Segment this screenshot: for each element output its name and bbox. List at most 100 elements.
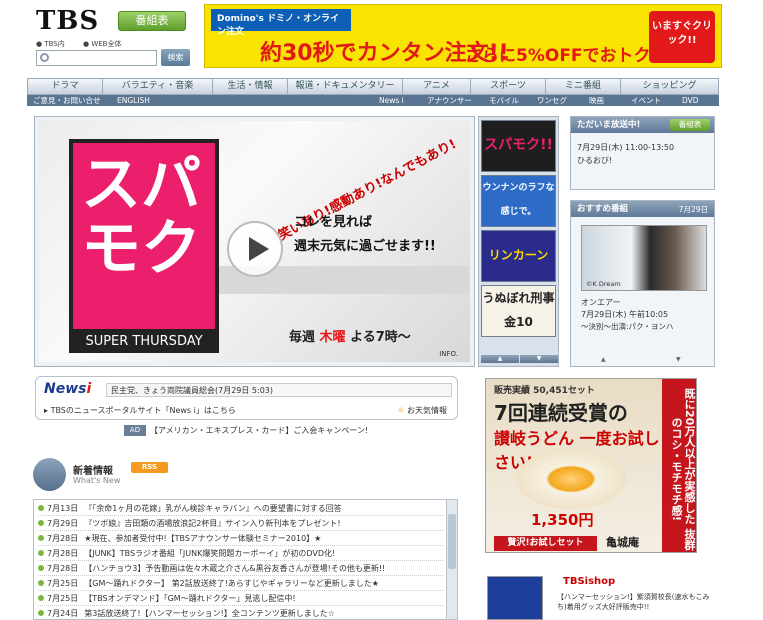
list-scrollbar[interactable] [446,500,457,619]
subnav-dvd[interactable]: DVD [682,95,699,106]
list-item[interactable]: 7月13日 『「余命1ヶ月の花嫁」乳がん検診キャラバン』への要望書に対する回答 [38,502,443,516]
bullet-icon [38,505,44,511]
hero-weekly-pre: 毎週 [289,330,316,345]
nav-anime[interactable]: アニメ [403,79,471,94]
list-item[interactable]: 7月28日 【JUNK】TBSラジオ番組「JUNK爆笑問題カーボーイ」が初のDVD… [38,547,443,561]
dominos-banner-ad[interactable]: Domino's ドミノ・オンライン注文 約30秒でカンタン注文!! さらに5%… [204,4,722,68]
subnav-newsi[interactable]: News i [379,95,404,106]
news-headline[interactable]: 民主党、きょう両院議員総会(7月29日 5:03) [106,383,452,397]
list-item[interactable]: 7月25日 【TBSオンデマンド】「GM〜踊れドクター」見逃し配信中! [38,592,443,606]
banner-line2: さらに5%OFFでおトク!! [465,46,667,66]
now-onair-program[interactable]: ひるおび! [577,155,612,166]
newsi-link-text: TBSのニュースポータルサイト「News i」はこちら [50,406,236,415]
hero-key-text: スパモク [81,150,201,284]
scope-site-label: TBS内 [44,40,65,48]
item-date: 7月24日 [47,609,79,618]
play-icon[interactable] [227,221,283,277]
hero-schedule: 毎週 木曜 よる7時〜 [289,326,411,345]
nav-shopping[interactable]: ショッピング [621,79,718,94]
hero-carousel[interactable]: スパモク SUPER THURSDAY 笑いあり!感動あり!なんでもあり! コレ… [34,116,475,367]
udon-side-banner: 既に20万人以上が実感した 抜群のコシ・モチモチ感! [662,379,696,552]
list-item[interactable]: 7月29日 『ツボ娘』吉田類の酒場放浪記2杯目』サイン入り新刊本をプレゼント! [38,517,443,531]
ad-text-link[interactable]: 【アメリカン・エキスプレス・カード】ご入会キャンペーン! [150,425,368,436]
new-info-icon [33,458,66,491]
ishop-text[interactable]: 【ハンマーセッション!】紫須賀校長(速水もこみち)着用グッズ大好評販売中!! [557,592,713,612]
new-info-list: 7月13日 『「余命1ヶ月の花嫁」乳がん検診キャラバン』への要望書に対する回答 7… [33,499,458,620]
recommend-label[interactable]: オンエアー [581,297,621,308]
newsi-portal-link[interactable]: ▸ TBSのニュースポータルサイト「News i」はこちら [44,405,236,416]
tbs-logo[interactable]: TBS [36,6,99,36]
search-input[interactable] [36,50,157,66]
hero-weekly-day: 木曜 [319,330,346,345]
hero-bar-text: SUPER THURSDAY [69,331,219,353]
hero-key-visual: スパモク [69,139,219,333]
thumb-unnan[interactable]: ウンナンのラフな感じで。 [481,175,556,227]
hero-thumbnails: スパモク!! SUPER THURSDAY ウンナンのラフな感じで。 リンカーン… [478,116,559,367]
nav-news-documentary[interactable]: 報道・ドキュメンタリー [288,79,403,94]
subnav-contact[interactable]: ご意見・お問い合せ [33,95,101,106]
item-text: 第3話放送終了!【ハンマーセッション!】全コンテンツ更新しました☆ [84,609,335,618]
search-scope[interactable]: ● TBS内 ● WEB全体 [36,39,137,49]
recommend-time: 7月29日(木) 午前10:05 [581,310,669,319]
banner-cta[interactable]: いますぐクリック!! [649,11,715,63]
thumb-up-arrow-icon[interactable]: ▲ [481,355,519,363]
ad-badge: AD [124,425,146,436]
recommend-photo[interactable]: ©K Dream [581,225,707,291]
sub-nav: ご意見・お問い合せ ENGLISH News i アナウンサー モバイル ワンセ… [27,95,719,106]
item-text: 『「余命1ヶ月の花嫁」乳がん検診キャラバン』への要望書に対する回答 [84,504,342,513]
hero-image[interactable]: スパモク SUPER THURSDAY 笑いあり!感動あり!なんでもあり! コレ… [39,121,470,362]
subnav-english[interactable]: ENGLISH [117,95,150,106]
thumb-spamoku[interactable]: スパモク!! SUPER THURSDAY [481,120,556,172]
item-date: 7月25日 [47,579,79,588]
genre-nav: ドラマ バラエティ・音楽 生活・情報 報道・ドキュメンタリー アニメ スポーツ … [27,78,719,95]
recommend-up-arrow-icon[interactable]: ▲ [601,356,606,363]
bullet-icon [38,550,44,556]
dominos-logo: Domino's ドミノ・オンライン注文 [211,9,351,37]
subnav-announcer[interactable]: アナウンサー [427,95,472,106]
now-onair-box: ただいま放送中! 番組表 7月29日(木) 11:00-13:50 ひるおび! [570,116,715,190]
search-button[interactable]: 検索 [161,49,190,66]
scope-web-radio[interactable]: ● WEB全体 [83,40,130,48]
hero-catch: コレを見れば週末元気に過ごせます!! [294,211,436,259]
item-date: 7月28日 [47,564,79,573]
hero-catch-2: 週末元気に過ごせます!! [294,239,436,254]
list-item[interactable]: 7月28日 ★現在、参加者受付中!【TBSアナウンサー体験セミナー2010】★ [38,532,443,546]
hero-weekly-post: よる7時〜 [350,330,411,345]
bullet-icon [38,520,44,526]
subnav-oneseg[interactable]: ワンセグ [537,95,567,106]
recommend-date: 7月29日 [678,205,708,214]
nav-mini-programs[interactable]: ミニ番組 [546,79,621,94]
hero-info-link[interactable]: INFO. [439,350,458,358]
nav-drama[interactable]: ドラマ [28,79,103,94]
scope-site-radio[interactable]: ● TBS内 [36,40,73,48]
photo-credit: ©K Dream [586,280,621,288]
subnav-movie[interactable]: 映画 [589,95,604,106]
ishop-box[interactable]: TBSishop 【ハンマーセッション!】紫須賀校長(速水もこみち)着用グッズ大… [485,570,717,620]
list-item[interactable]: 7月28日 【ハンチョウ3】予告動画は佐々木蔵之介さん&黒谷友香さんが登場!その他… [38,562,443,576]
udon-try-button[interactable]: 贅沢!お試しセット [494,536,597,551]
thumb-down-arrow-icon[interactable]: ▼ [520,355,558,363]
weather-link[interactable]: ☼ お天気情報 [397,405,447,416]
ishop-title[interactable]: TBSishop [563,576,615,587]
newsi-logo[interactable]: Newsi [44,381,91,397]
hero-catch-1: コレを見れば [294,215,373,230]
list-item[interactable]: 7月24日 第3話放送終了!【ハンマーセッション!】全コンテンツ更新しました☆ [38,607,443,619]
bullet-icon [38,610,44,616]
program-guide-button[interactable]: 番組表 [118,11,186,31]
subnav-mobile[interactable]: モバイル [489,95,519,106]
subnav-event[interactable]: イベント [631,95,661,106]
nav-sports[interactable]: スポーツ [471,79,546,94]
udon-ad[interactable]: 販売実績 50,451セット 7回連続受賞の 讃岐うどん 一度お試しください! … [485,378,697,553]
nav-lifestyle[interactable]: 生活・情報 [213,79,288,94]
thumb-unubore[interactable]: うぬぼれ刑事 金10 [481,285,556,337]
item-text: 【TBSオンデマンド】「GM〜踊れドクター」見逃し配信中! [84,594,296,603]
ishop-thumbnail[interactable] [487,576,543,620]
thumb-lincoln[interactable]: リンカーン [481,230,556,282]
scrollbar-thumb[interactable] [448,514,456,569]
new-info-subtitle: What's New [73,476,121,485]
now-onair-guide-button[interactable]: 番組表 [670,119,710,131]
list-item[interactable]: 7月25日 【GM〜踊れドクター】 第2話放送終了!あらすじやギャラリーなど更新し… [38,577,443,591]
nav-variety[interactable]: バラエティ・音楽 [103,79,213,94]
rss-button[interactable]: RSS [131,462,168,473]
recommend-down-arrow-icon[interactable]: ▼ [676,356,681,363]
